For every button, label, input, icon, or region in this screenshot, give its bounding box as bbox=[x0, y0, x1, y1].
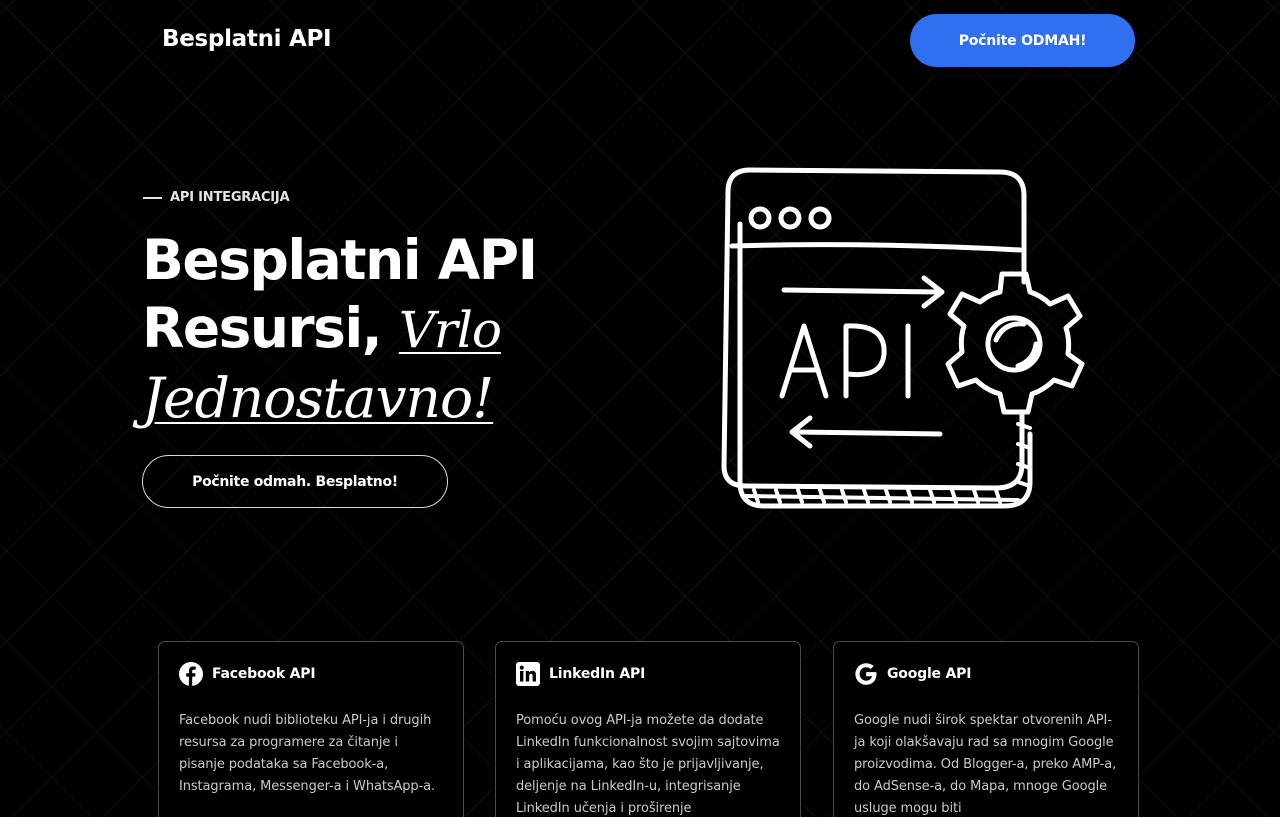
card-title: LinkedIn API bbox=[549, 666, 646, 682]
card-title: Facebook API bbox=[212, 666, 316, 682]
google-icon bbox=[855, 663, 877, 685]
page: Besplatni API Počnite ODMAH! API INTEGRA… bbox=[0, 0, 1280, 817]
eyebrow-dash bbox=[143, 196, 162, 199]
card-title: Google API bbox=[887, 666, 972, 682]
card-google[interactable]: Google API Google nudi širok spektar otv… bbox=[833, 641, 1139, 817]
facebook-icon bbox=[179, 662, 203, 686]
card-description: Pomoću ovog API-ja možete da dodate Link… bbox=[516, 713, 780, 816]
card-description: Google nudi širok spektar otvorenih API-… bbox=[854, 713, 1117, 816]
hero-title: Besplatni API Resursi, Vrlo Jednostavno! bbox=[142, 226, 602, 432]
start-free-button[interactable]: Počnite odmah. Besplatno! bbox=[142, 455, 448, 508]
hero-title-italic-1: Vrlo bbox=[398, 301, 502, 359]
card-header: Facebook API bbox=[179, 660, 443, 688]
hero-title-line3: Jednostavno! bbox=[142, 364, 602, 432]
card-description: Facebook nudi biblioteku API-ja i drugih… bbox=[179, 713, 436, 794]
hero-title-line2: Resursi, Vrlo bbox=[142, 294, 602, 364]
hero-title-bold: Resursi, bbox=[142, 296, 383, 360]
api-illustration bbox=[721, 167, 1085, 509]
start-now-button[interactable]: Počnite ODMAH! bbox=[910, 14, 1135, 67]
card-header: LinkedIn API bbox=[516, 660, 780, 688]
brand-logo[interactable]: Besplatni API bbox=[162, 26, 332, 52]
linkedin-icon bbox=[516, 662, 540, 686]
eyebrow-label: API INTEGRACIJA bbox=[170, 190, 290, 205]
hero-title-italic-2: Jednostavno! bbox=[142, 366, 494, 430]
card-header: Google API bbox=[854, 660, 1118, 688]
card-facebook[interactable]: Facebook API Facebook nudi biblioteku AP… bbox=[158, 641, 464, 817]
hero-eyebrow: API INTEGRACIJA bbox=[143, 190, 290, 205]
hero-title-line1: Besplatni API bbox=[142, 228, 538, 292]
card-linkedin[interactable]: LinkedIn API Pomoću ovog API-ja možete d… bbox=[495, 641, 801, 817]
